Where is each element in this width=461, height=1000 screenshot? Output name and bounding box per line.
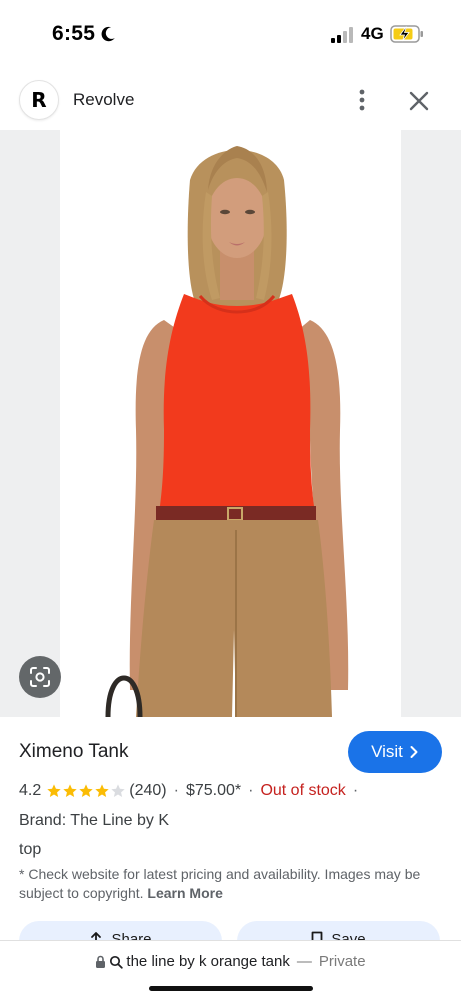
app-header: R Revolve xyxy=(0,70,461,130)
visit-button[interactable]: Visit xyxy=(348,731,442,773)
close-icon[interactable] xyxy=(405,87,433,115)
site-name[interactable]: Revolve xyxy=(73,90,134,110)
more-vert-icon[interactable] xyxy=(352,86,372,114)
chevron-right-icon xyxy=(410,746,418,758)
site-logo[interactable]: R xyxy=(19,80,59,120)
status-time: 6:55 xyxy=(52,22,96,45)
star-empty-icon xyxy=(111,784,125,797)
rating-stars xyxy=(46,783,126,799)
disclaimer: * Check website for latest pricing and a… xyxy=(19,865,439,903)
private-separator: — xyxy=(296,953,312,970)
category-line: top xyxy=(19,841,42,858)
google-lens-button[interactable] xyxy=(19,656,61,698)
product-image[interactable] xyxy=(60,130,401,717)
google-lens-icon xyxy=(30,667,50,687)
site-logo-letter: R xyxy=(31,88,47,112)
moon-icon xyxy=(101,26,115,42)
address-bar: the line by k orange tank — Private xyxy=(0,940,461,1000)
star-filled-icon xyxy=(63,784,77,797)
review-count[interactable]: (240) xyxy=(129,782,166,800)
rating-row: 4.2 (240) · $75.00* · Out of stock · xyxy=(19,780,365,802)
search-icon xyxy=(110,955,124,969)
star-filled-icon xyxy=(47,784,61,797)
price: $75.00* xyxy=(185,782,242,799)
separator-dot: · xyxy=(248,782,254,799)
stock-status: Out of stock xyxy=(260,782,346,799)
home-indicator[interactable] xyxy=(149,986,313,991)
battery-charging-icon xyxy=(390,25,423,43)
visit-button-label: Visit xyxy=(371,742,403,761)
lock-icon xyxy=(96,955,106,968)
separator-dot: · xyxy=(173,782,179,799)
product-image-area[interactable] xyxy=(0,130,461,717)
signal-icon xyxy=(331,27,353,43)
product-title[interactable]: Ximeno Tank xyxy=(19,741,129,763)
star-filled-icon xyxy=(79,784,93,797)
private-mode-label: Private xyxy=(318,953,366,970)
star-filled-icon xyxy=(95,784,109,797)
rating-value: 4.2 xyxy=(19,782,42,799)
separator-dot: · xyxy=(352,782,359,799)
address-content[interactable]: the line by k orange tank — Private xyxy=(0,953,461,970)
learn-more-link[interactable]: Learn More xyxy=(147,885,222,901)
brand-line: Brand: The Line by K xyxy=(19,812,170,829)
search-query: the line by k orange tank xyxy=(126,953,290,970)
product-info-panel: Ximeno Tank Visit 4.2 (240) · $75.00* · … xyxy=(0,717,461,937)
status-bar: 6:55 4G xyxy=(0,0,461,70)
network-label: 4G xyxy=(361,24,384,43)
